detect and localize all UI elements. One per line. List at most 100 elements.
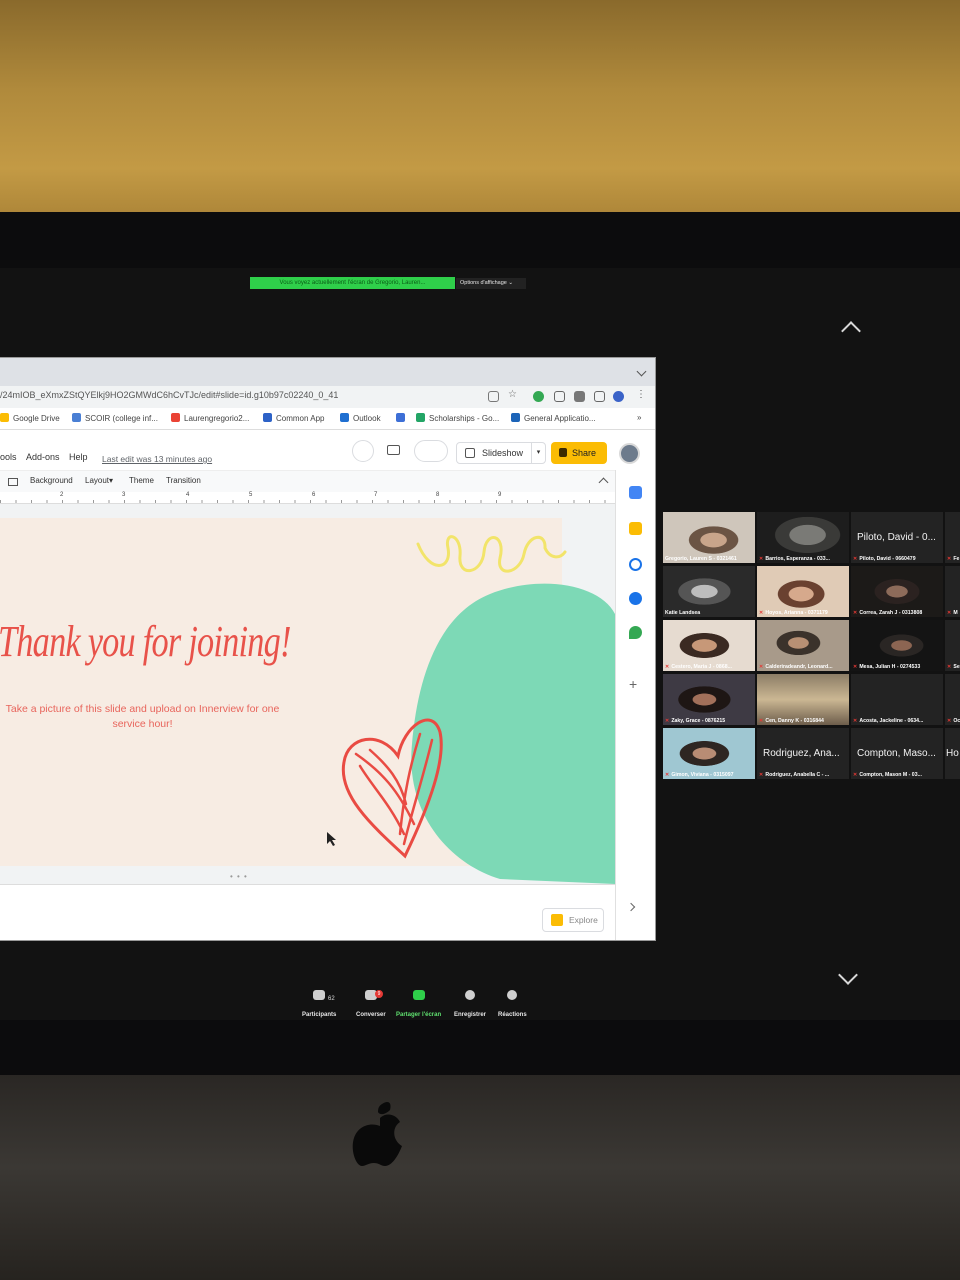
- present-to-meeting-icon[interactable]: [414, 440, 448, 462]
- docs-icon: [396, 413, 405, 422]
- bookmarks-bar: Google Drive SCOIR (college inf... Laure…: [0, 408, 655, 430]
- bookmarks-overflow[interactable]: »: [637, 413, 641, 422]
- participant-tile[interactable]: Gregorio, Lauren S - 0321461: [663, 512, 755, 563]
- slide-subtitle[interactable]: Take a picture of this slide and upload …: [0, 702, 285, 732]
- bookmark-google-drive[interactable]: Google Drive: [0, 413, 60, 423]
- slideshow-dropdown-icon[interactable]: ▾: [531, 443, 545, 463]
- side-panel: +: [615, 470, 655, 940]
- transition-button[interactable]: Transition: [166, 476, 201, 485]
- sheets-icon: [416, 413, 425, 422]
- slide-graphics: [327, 535, 615, 884]
- expand-panel-icon[interactable]: [626, 902, 636, 912]
- apple-logo-icon: [352, 1102, 402, 1166]
- participant-tile[interactable]: ✕ M: [945, 566, 960, 617]
- reactions-icon: [507, 990, 518, 1000]
- menu-help[interactable]: Help: [69, 452, 88, 462]
- screen-share-banner: Vous voyez actuellement l'écran de Grego…: [250, 277, 455, 289]
- participant-tile[interactable]: ✕ Calderiradeandr, Leonard...: [757, 620, 849, 671]
- chevron-down-icon[interactable]: [636, 366, 647, 377]
- mouse-cursor-icon: [327, 832, 336, 846]
- account-avatar[interactable]: [619, 443, 640, 464]
- meeting-controls: Participants 62 Converser 9 Partager l'é…: [290, 990, 540, 1020]
- participant-gallery: Gregorio, Lauren S - 0321461 ✕ Barrios, E…: [660, 512, 960, 782]
- participant-tile[interactable]: ✕ Correa, Zarah J - 0313808: [851, 566, 943, 617]
- sidebar-icon[interactable]: [594, 391, 605, 402]
- participant-tile[interactable]: Katie Landsea: [663, 566, 755, 617]
- participant-tile[interactable]: ✕ Cestero, Maria J - 0868...: [663, 620, 755, 671]
- collapse-toolbar-icon[interactable]: [598, 477, 609, 488]
- kebab-menu-icon[interactable]: ⋮: [636, 389, 647, 400]
- maps-icon[interactable]: [629, 626, 642, 639]
- extensions-puzzle-icon[interactable]: [574, 391, 585, 402]
- contacts-icon[interactable]: [629, 592, 642, 605]
- bookmark-scoir[interactable]: SCOIR (college inf...: [72, 413, 158, 423]
- common-app-icon: [263, 413, 272, 422]
- menu-addons[interactable]: Add-ons: [26, 452, 60, 462]
- browser-window: /24mIOB_eXmxZStQYElkj9HO2GMWdC6hCvTJc/ed…: [0, 358, 655, 940]
- add-addon-icon[interactable]: +: [629, 676, 637, 692]
- last-edit-link[interactable]: Last edit was 13 minutes ago: [102, 454, 212, 464]
- slide-title[interactable]: Thank you for joining!: [0, 616, 291, 667]
- address-bar[interactable]: /24mIOB_eXmxZStQYElkj9HO2GMWdC6hCvTJc/ed…: [0, 386, 655, 408]
- participant-tile[interactable]: Compton, Maso... ✕ Compton, Mason M - 03.…: [851, 728, 943, 779]
- url-text[interactable]: /24mIOB_eXmxZStQYElkj9HO2GMWdC6hCvTJc/ed…: [0, 390, 338, 400]
- view-options-button[interactable]: Options d'affichage ⌄: [456, 278, 526, 289]
- bookmark-outlook[interactable]: Outlook: [340, 413, 381, 423]
- share-screen-icon: [412, 990, 425, 1000]
- notes-resize-handle[interactable]: • • •: [230, 872, 248, 881]
- participant-tile[interactable]: ✕ Gimon, Viviana - 0315097: [663, 728, 755, 779]
- outlook-icon: [340, 413, 349, 422]
- participant-tile[interactable]: ✕ Oc: [945, 674, 960, 725]
- profile-icon[interactable]: [613, 391, 624, 402]
- slide-canvas[interactable]: Thank you for joining! Take a picture of…: [0, 504, 615, 884]
- share-page-icon[interactable]: [488, 391, 499, 402]
- explore-button[interactable]: Explore: [542, 908, 604, 932]
- participant-tile[interactable]: Ho: [945, 728, 960, 779]
- participant-tile[interactable]: Rodriguez, Ana... ✕ Rodriguez, Anabella C…: [757, 728, 849, 779]
- keep-icon[interactable]: [629, 522, 642, 535]
- drive-icon: [0, 413, 9, 422]
- participant-tile[interactable]: ✕ Zaky, Grace - 0876215: [663, 674, 755, 725]
- layout-button[interactable]: Layout▾: [85, 476, 113, 485]
- participant-tile[interactable]: Piloto, David - 0... ✕ Piloto, David - 06…: [851, 512, 943, 563]
- comments-icon[interactable]: [387, 445, 400, 455]
- slideshow-button[interactable]: Slideshow ▾: [456, 442, 546, 464]
- bookmark-general-application[interactable]: General Applicatio...: [511, 413, 596, 423]
- tab-strip: [0, 358, 655, 386]
- participant-tile[interactable]: ✕ Fe: [945, 512, 960, 563]
- record-icon: [465, 990, 475, 1000]
- participant-tile[interactable]: ✕ Se: [945, 620, 960, 671]
- participant-tile[interactable]: ✕ Acosta, Jackeline - 0634...: [851, 674, 943, 725]
- participant-tile[interactable]: ✕ Barrios, Esperanza - 033...: [757, 512, 849, 563]
- bookmark-star-icon[interactable]: ☆: [508, 389, 519, 400]
- menu-tools[interactable]: ools: [0, 452, 17, 462]
- record-button[interactable]: Enregistrer: [454, 990, 486, 1021]
- participants-count: 62: [328, 996, 335, 1002]
- ruler: 2 3 4 5 6 7 8 9: [0, 492, 615, 504]
- bookmark-common-app[interactable]: Common App: [263, 413, 324, 423]
- wall-background: [0, 0, 960, 225]
- bookmark-gmail[interactable]: Laurengregorio2...: [171, 413, 249, 423]
- participants-button[interactable]: Participants: [302, 990, 336, 1021]
- participants-icon: [313, 990, 326, 1000]
- monitor-chin: [0, 1075, 960, 1280]
- share-button[interactable]: Share: [551, 442, 607, 464]
- speaker-notes[interactable]: [0, 884, 615, 940]
- comment-add-icon[interactable]: [8, 478, 18, 486]
- theme-button[interactable]: Theme: [129, 476, 154, 485]
- slides-menubar: ools Add-ons Help Last edit was 13 minut…: [0, 430, 655, 470]
- lock-icon: [559, 448, 567, 457]
- share-screen-button[interactable]: Partager l'écran: [396, 990, 441, 1021]
- background-button[interactable]: Background: [30, 476, 73, 485]
- participant-tile[interactable]: ✕ Cen, Danny K - 0316844: [757, 674, 849, 725]
- bookmark-docs-icon-only[interactable]: [396, 413, 409, 423]
- extension-grammarly-icon[interactable]: [533, 391, 544, 402]
- participant-tile[interactable]: ✕ Mesa, Julian H - 0274533: [851, 620, 943, 671]
- bookmark-scholarships[interactable]: Scholarships - Go...: [416, 413, 499, 423]
- reactions-button[interactable]: Réactions: [498, 990, 527, 1021]
- tasks-icon[interactable]: [629, 558, 642, 571]
- activity-dashboard-icon[interactable]: [352, 440, 374, 462]
- participant-tile[interactable]: ✕ Hoyos, Arianna - 0371179: [757, 566, 849, 617]
- picture-in-picture-icon[interactable]: [554, 391, 565, 402]
- calendar-icon[interactable]: [629, 486, 642, 499]
